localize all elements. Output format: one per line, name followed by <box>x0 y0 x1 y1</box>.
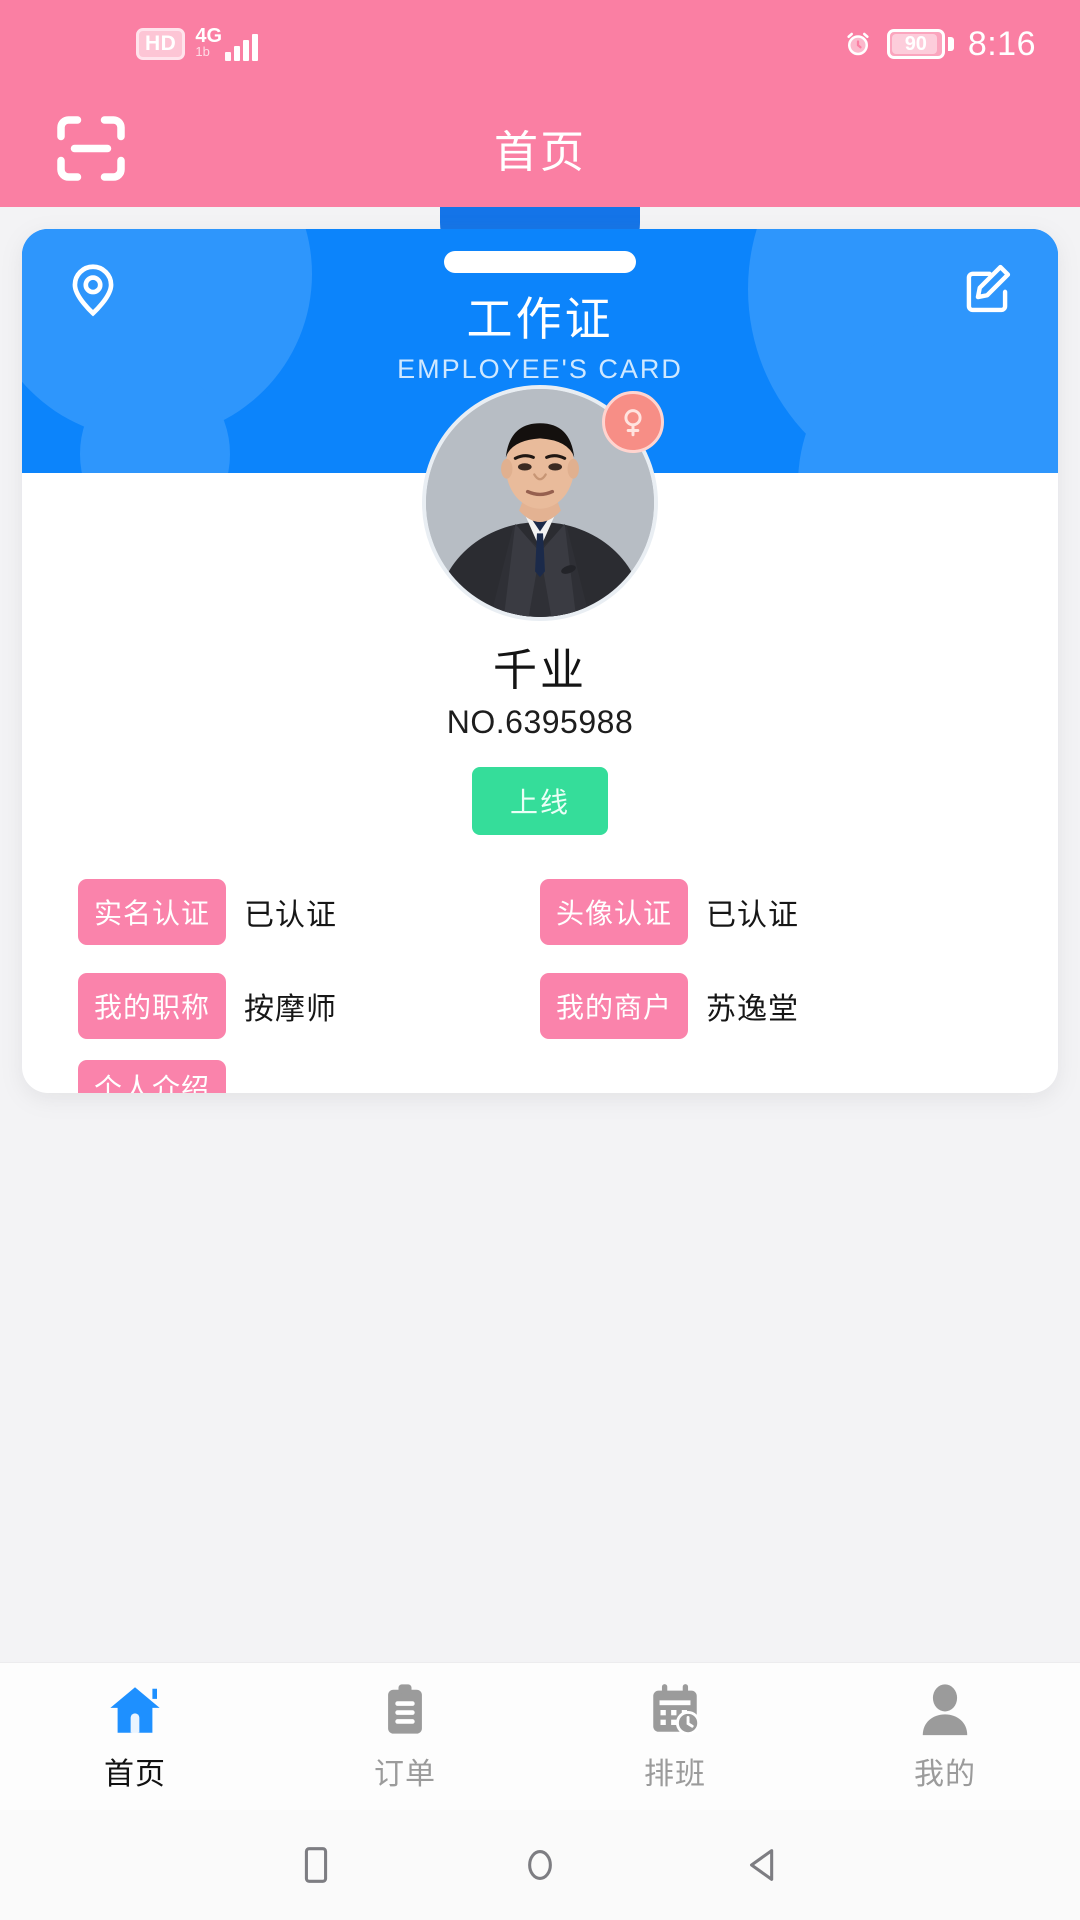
recents-square-icon[interactable] <box>293 1842 339 1888</box>
tab-mine-label: 我的 <box>914 1757 976 1791</box>
chip-avatar-verify-label: 头像认证 <box>540 878 689 945</box>
tab-orders[interactable]: 订单 <box>270 1681 540 1793</box>
home-circle-icon[interactable] <box>517 1842 563 1888</box>
status-bar-clock: 8:16 <box>967 24 1036 63</box>
battery-cap <box>947 37 954 51</box>
network-sub-label: 1b <box>195 44 210 60</box>
alarm-clock-icon <box>843 29 873 59</box>
employee-id-card: 工作证 EMPLOYEE'S CARD 千业 NO.6395988 上线 实名认… <box>22 229 1058 1093</box>
bottom-tab-bar: 首页 订单 排班 我的 <box>0 1662 1080 1810</box>
info-row: 实名认证 已认证 头像认证 已认证 <box>78 878 1002 945</box>
hd-badge: HD <box>136 28 186 60</box>
tab-schedule-label: 排班 <box>644 1757 706 1791</box>
chip-realname-label: 实名认证 <box>78 878 227 945</box>
battery-percent-label: 90 <box>904 33 927 55</box>
page-body: 工作证 EMPLOYEE'S CARD 千业 NO.6395988 上线 实名认… <box>0 207 1080 1662</box>
phone-screen: HD 4G 1b 90 8:16 首页 工作证 EMPLOYEE'S CARD … <box>0 0 1080 1920</box>
info-row: 我的职称 按摩师 我的商户 苏逸堂 <box>78 972 1002 1039</box>
info-cell-avatar-verify: 头像认证 已认证 <box>540 878 1002 945</box>
chip-intro-label: 个人介绍 <box>78 1059 227 1093</box>
female-gender-icon <box>602 391 664 453</box>
tab-home[interactable]: 首页 <box>0 1681 270 1793</box>
chip-job-title-label: 我的职称 <box>78 972 227 1039</box>
person-number: NO.6395988 <box>446 703 634 740</box>
signal-indicator: 4G 1b <box>195 26 259 61</box>
info-value-realname: 已认证 <box>244 898 338 932</box>
avatar-container[interactable] <box>422 385 664 621</box>
app-bar: 首页 <box>0 88 1080 207</box>
card-title-group: 工作证 EMPLOYEE'S CARD <box>22 229 1058 385</box>
back-triangle-icon[interactable] <box>741 1842 787 1888</box>
online-status-button[interactable]: 上线 <box>471 766 608 835</box>
info-cell-realname: 实名认证 已认证 <box>78 878 540 945</box>
clipboard-icon <box>376 1681 434 1739</box>
tab-home-label: 首页 <box>104 1757 166 1791</box>
home-icon <box>106 1681 164 1739</box>
battery-indicator: 90 <box>886 29 954 59</box>
status-bar: HD 4G 1b 90 8:16 <box>0 0 1080 88</box>
info-value-job-title: 按摩师 <box>244 992 338 1026</box>
tab-orders-label: 订单 <box>374 1757 436 1791</box>
person-name: 千业 <box>493 646 587 695</box>
signal-bars-icon <box>225 31 259 61</box>
intro-block: 个人介绍 正规绿色服务; 多年经验 <box>22 1059 1058 1093</box>
battery-body: 90 <box>886 29 945 59</box>
calendar-clock-icon <box>646 1681 704 1739</box>
page-title: 首页 <box>494 127 586 177</box>
info-cell-job-title: 我的职称 按摩师 <box>78 972 540 1039</box>
info-grid: 实名认证 已认证 头像认证 已认证 我的职称 按摩师 我的商户 苏逸堂 <box>22 878 1058 1039</box>
info-cell-merchant: 我的商户 苏逸堂 <box>540 972 1002 1039</box>
person-icon <box>916 1681 974 1739</box>
info-value-merchant: 苏逸堂 <box>706 992 800 1026</box>
status-bar-right: 90 8:16 <box>843 25 1044 64</box>
card-title-en: EMPLOYEE'S CARD <box>397 353 683 384</box>
android-nav-bar <box>0 1810 1080 1920</box>
scan-qr-icon[interactable] <box>55 114 127 182</box>
chip-merchant-label: 我的商户 <box>540 972 689 1039</box>
status-bar-left: HD 4G 1b <box>36 26 259 61</box>
info-value-avatar-verify: 已认证 <box>706 898 800 932</box>
network-type-label: 4G 1b <box>195 26 222 60</box>
card-title-cn: 工作证 <box>466 293 614 345</box>
tab-schedule[interactable]: 排班 <box>540 1681 810 1793</box>
tab-mine[interactable]: 我的 <box>810 1681 1080 1793</box>
